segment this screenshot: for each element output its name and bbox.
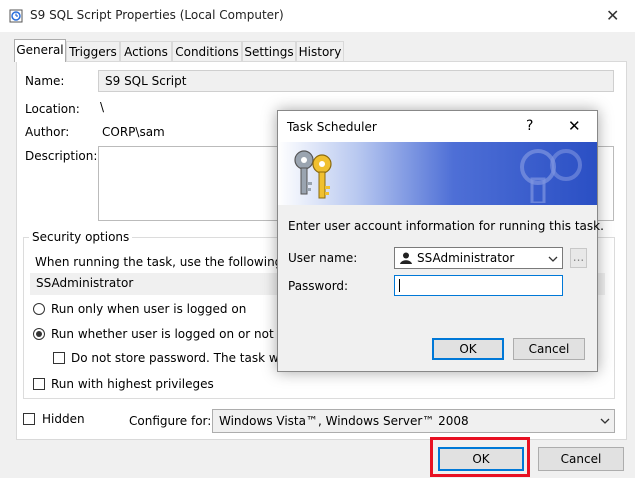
username-combobox[interactable]: SSAdministrator [394,247,563,269]
dialog-ok-button[interactable]: OK [432,338,504,360]
browse-user-button[interactable]: ... [570,248,587,268]
description-label: Description: [25,149,98,163]
author-value: CORP\sam [102,125,165,139]
banner-watermark-icon [520,149,582,203]
checkbox-do-not-store-password[interactable] [53,352,65,364]
username-value: SSAdministrator [417,251,515,265]
configure-for-select[interactable]: Windows Vista™, Windows Server™ 2008 [212,409,615,433]
radio-run-only-logged-on[interactable] [33,303,45,315]
tab-triggers[interactable]: Triggers [66,41,120,61]
user-icon [400,252,412,264]
configure-for-value: Windows Vista™, Windows Server™ 2008 [219,414,469,428]
tab-settings[interactable]: Settings [242,41,296,61]
window-close-icon[interactable]: ✕ [606,6,619,25]
author-label: Author: [25,125,70,139]
do-not-store-password-label: Do not store password. The task will on [71,351,308,365]
radio-run-whether-logged-on-label: Run whether user is logged on or not [51,327,274,341]
radio-run-whether-logged-on[interactable] [33,328,45,340]
tab-history[interactable]: History [296,41,344,61]
tab-general[interactable]: General [14,39,66,62]
name-label: Name: [25,74,65,88]
radio-run-only-logged-on-label: Run only when user is logged on [51,302,247,316]
dialog-prompt: Enter user account information for runni… [288,219,604,233]
tab-conditions[interactable]: Conditions [172,41,242,61]
tab-actions[interactable]: Actions [120,41,172,61]
window-title: S9 SQL Script Properties (Local Computer… [30,8,284,22]
username-label: User name: [288,251,358,265]
location-label: Location: [25,102,80,116]
run-as-text: When running the task, use the following… [35,255,313,269]
checkbox-hidden[interactable] [23,413,35,425]
location-value: \ [100,100,105,114]
cancel-button[interactable]: Cancel [538,447,624,471]
text-cursor [399,279,400,292]
configure-for-label: Configure for: [129,414,212,428]
task-scheduler-app-icon [9,9,23,23]
checkbox-highest-privileges[interactable] [33,378,45,390]
security-options-label: Security options [29,230,133,244]
name-field[interactable]: S9 SQL Script [98,70,614,92]
dialog-cancel-button[interactable]: Cancel [513,338,585,360]
highest-privileges-label: Run with highest privileges [51,377,214,391]
dialog-title: Task Scheduler [287,120,377,134]
help-icon[interactable]: ? [526,118,533,134]
credentials-dialog: Task Scheduler ? ✕ Enter user account in… [277,110,604,372]
hidden-label: Hidden [42,412,85,426]
keys-icon [294,150,332,199]
username-chevron-down-icon [548,256,558,262]
dialog-close-icon[interactable]: ✕ [568,117,581,135]
password-field[interactable] [394,275,563,296]
ok-button-highlight [430,437,530,477]
chevron-down-icon [600,418,610,424]
password-label: Password: [288,279,349,293]
